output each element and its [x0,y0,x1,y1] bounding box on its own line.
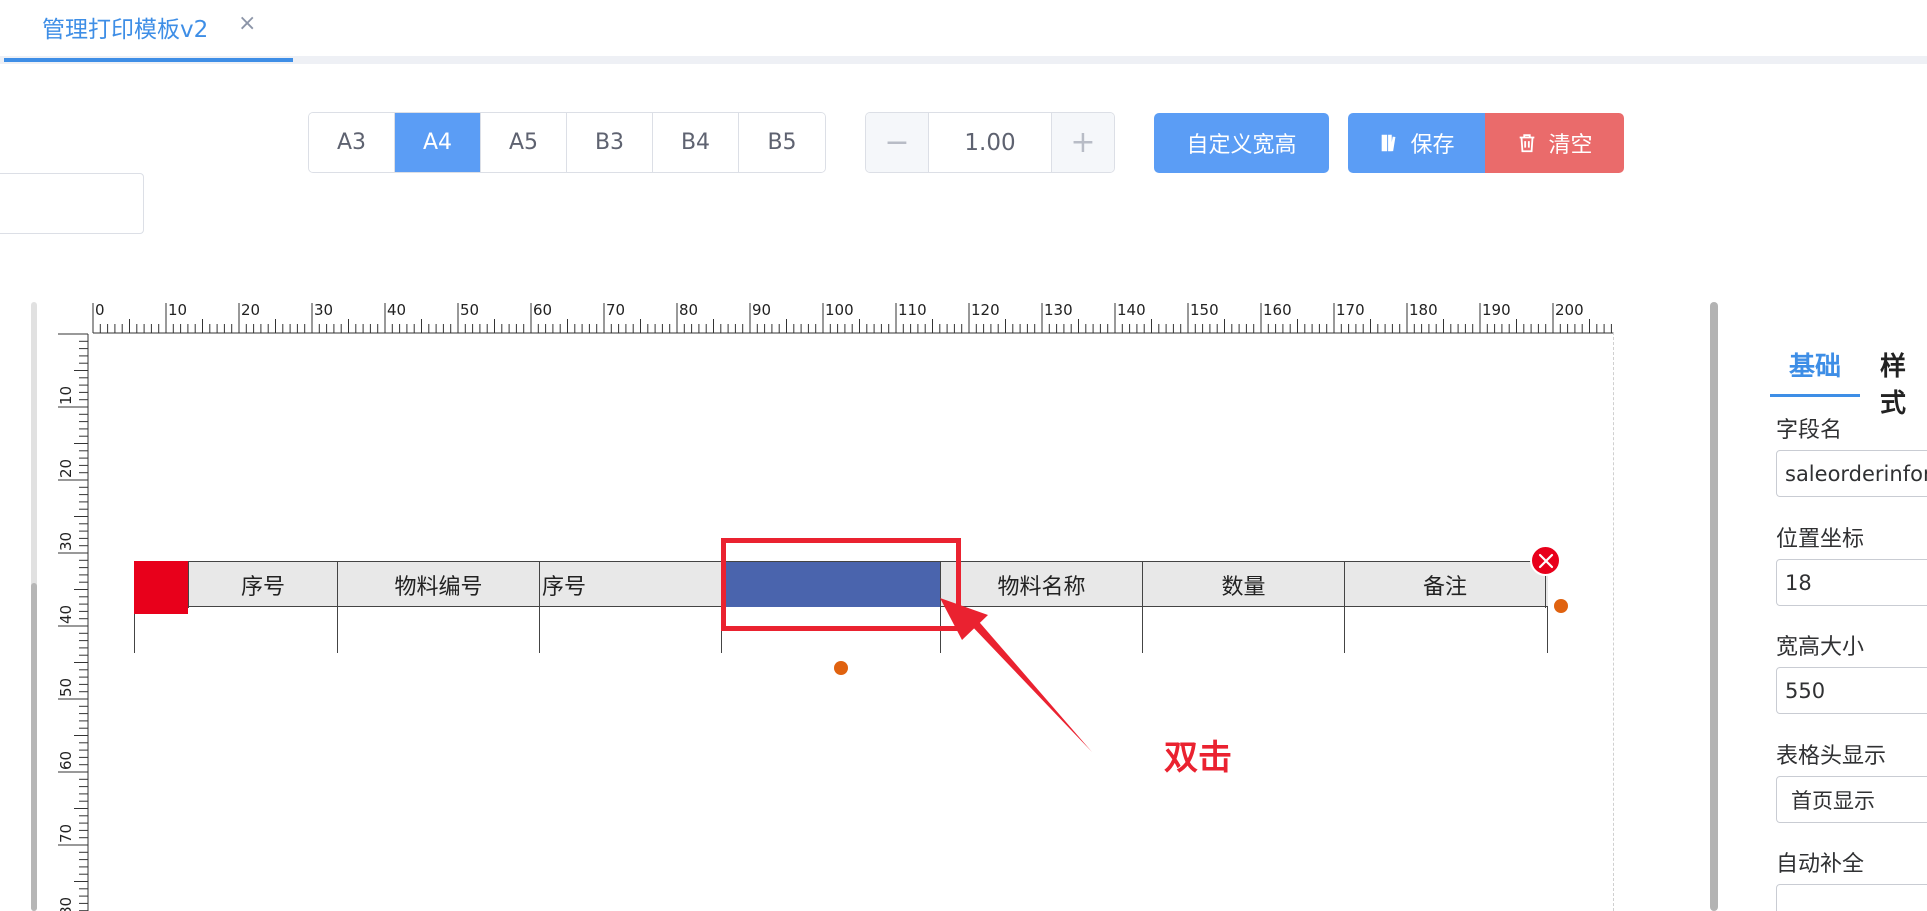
header-display-select[interactable]: 首页显示 [1776,776,1927,823]
annotation-arrow [940,598,1092,752]
position-label: 位置坐标 [1776,527,1865,552]
autofill-label: 自动补全 [1776,852,1865,877]
field-name-label: 字段名 [1776,418,1843,443]
annotation-label: 双击 [1164,738,1232,778]
active-tab-indicator [1770,394,1860,397]
field-name-input[interactable]: saleorderinfom [1776,450,1927,497]
size-input[interactable]: 550 [1776,667,1927,714]
properties-panel: 基础 样式 字段名 saleorderinfom 位置坐标 18 宽高大小 55… [1770,330,1927,911]
autofill-select[interactable] [1776,884,1927,911]
canvas-scrollbar[interactable] [1710,302,1718,911]
size-label: 宽高大小 [1776,635,1865,660]
position-input[interactable]: 18 [1776,559,1927,606]
tab-basic[interactable]: 基础 [1789,346,1841,383]
tab-style[interactable]: 样式 [1880,346,1927,420]
header-display-label: 表格头显示 [1776,744,1887,769]
